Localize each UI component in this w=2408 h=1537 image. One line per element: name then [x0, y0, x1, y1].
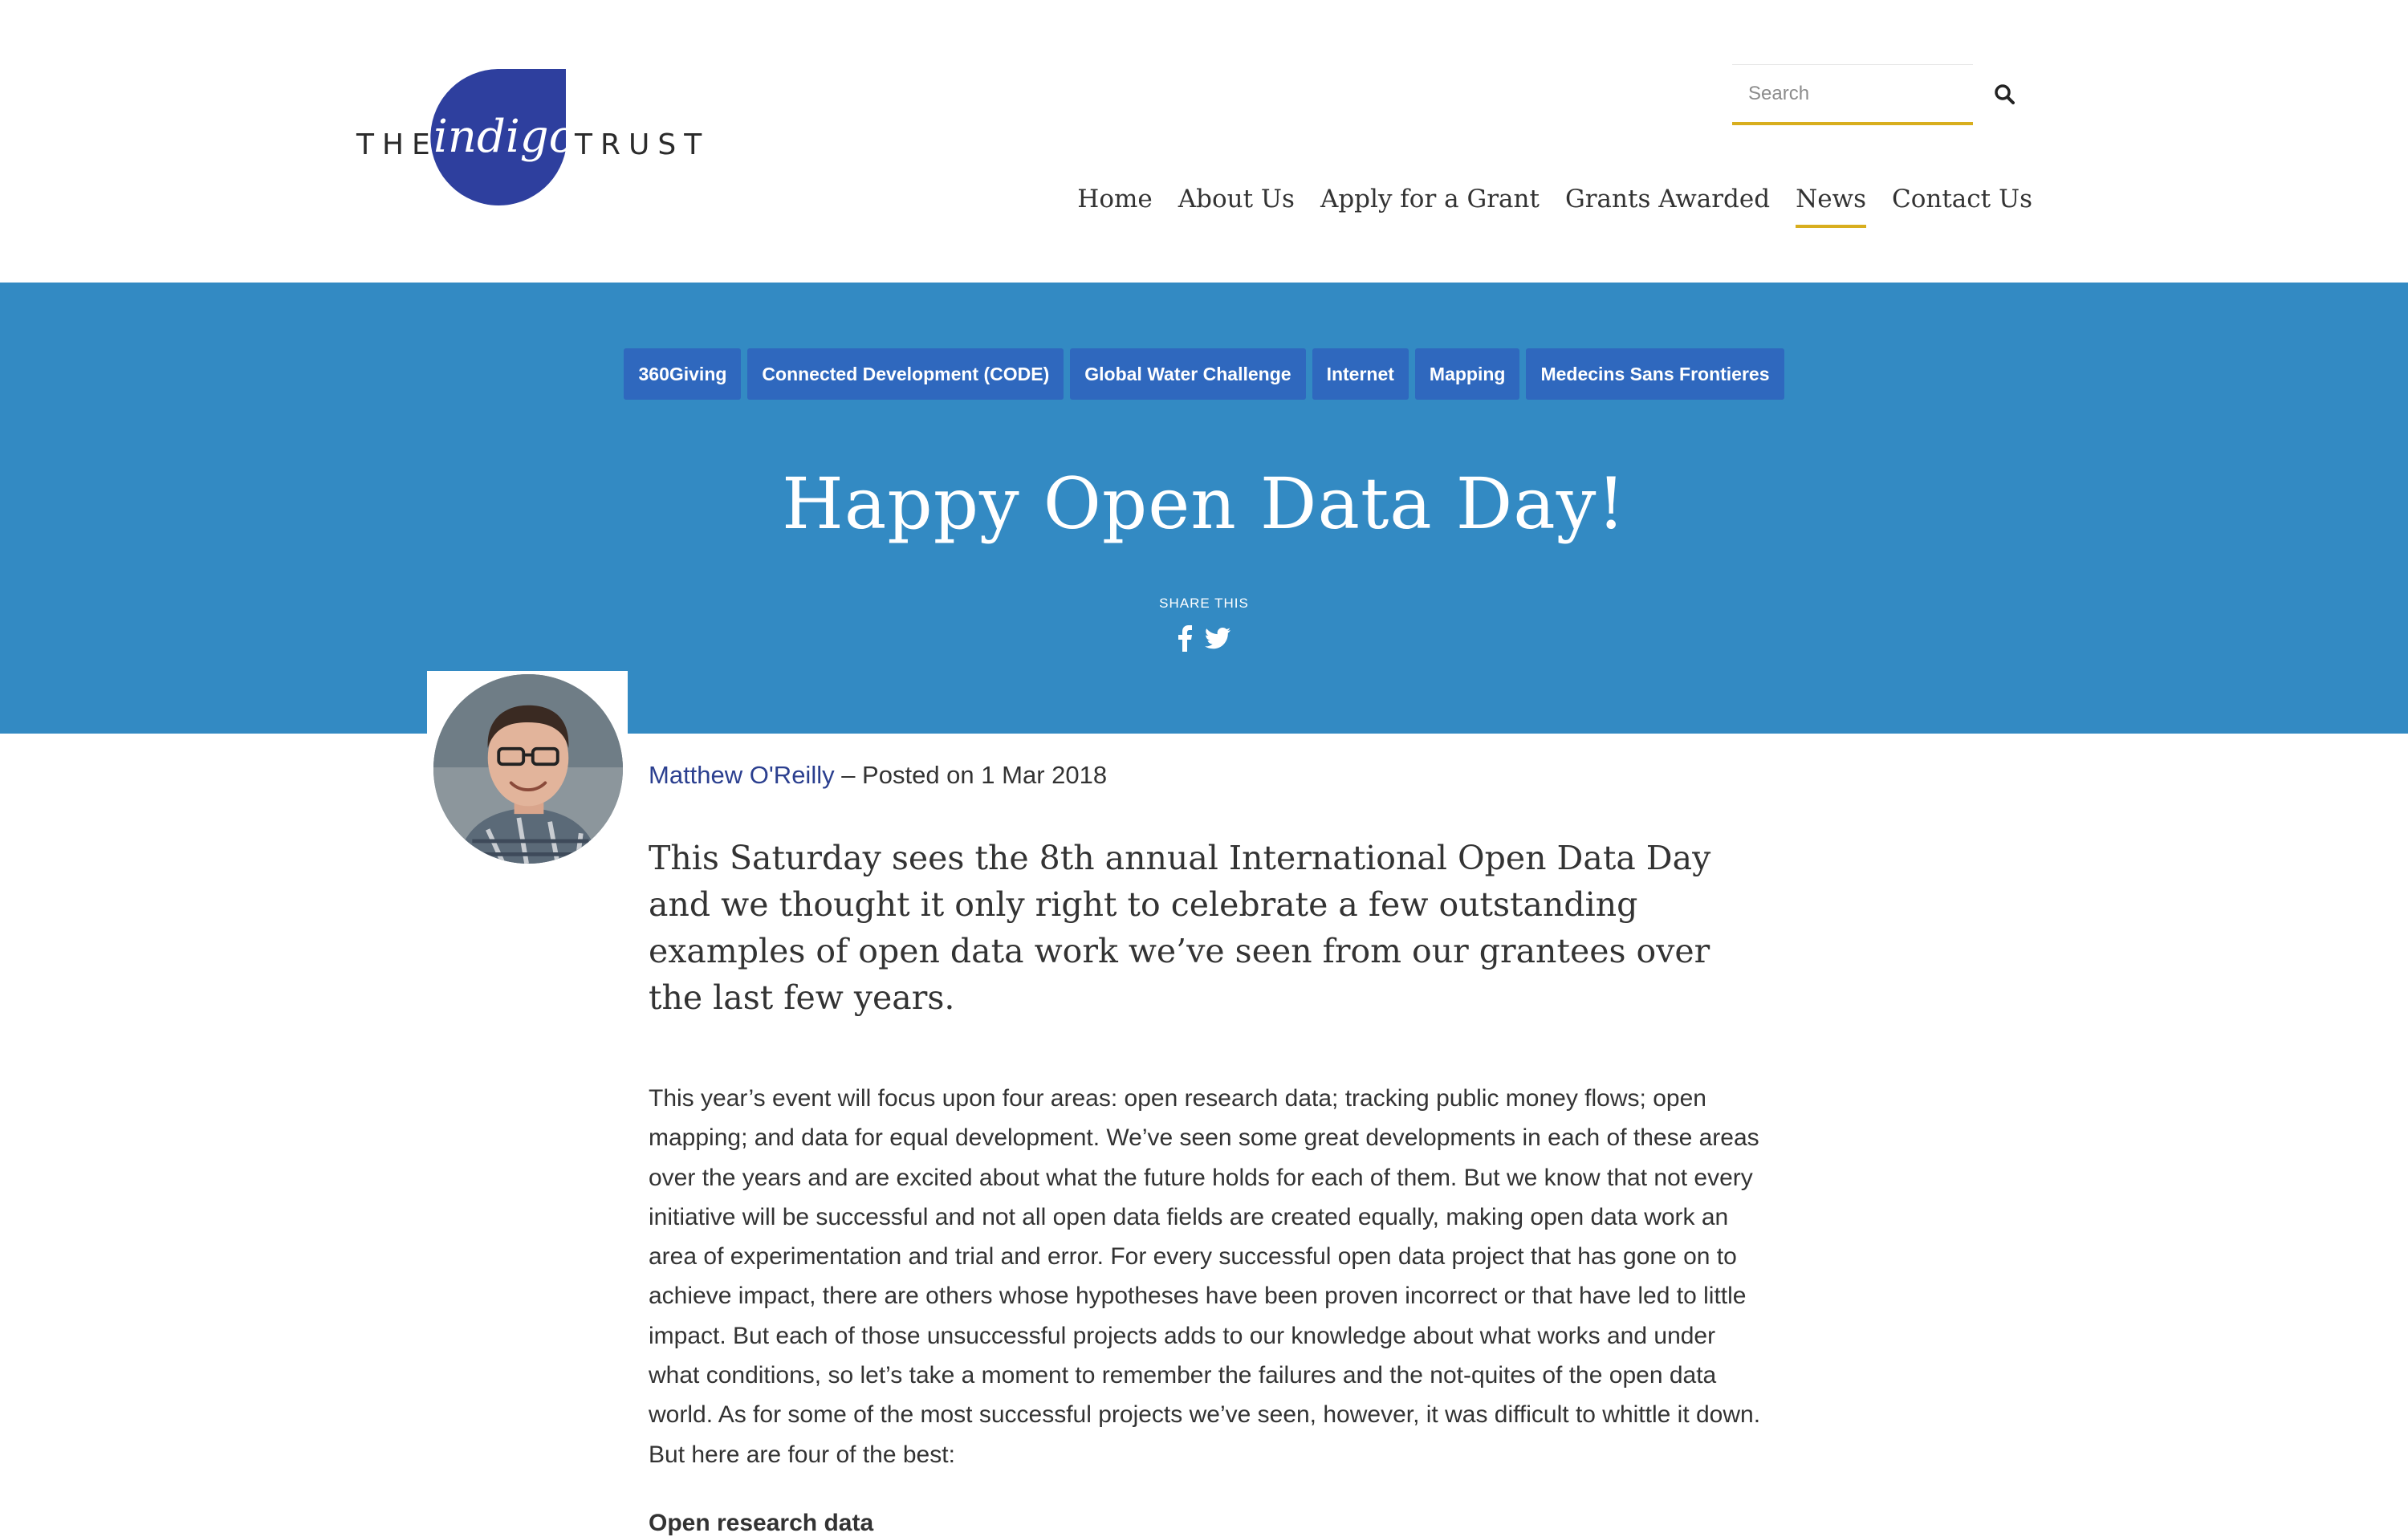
tag-connected-development[interactable]: Connected Development (CODE): [747, 348, 1064, 400]
main-nav: Home About Us Apply for a Grant Grants A…: [1077, 185, 2032, 228]
author-avatar-frame: [427, 671, 628, 872]
avatar: [430, 671, 626, 867]
nav-item-contact-us[interactable]: Contact Us: [1892, 185, 2032, 228]
article-lead: This Saturday sees the 8th annual Intern…: [649, 839, 1711, 1017]
article-subheading: Open research data: [649, 1509, 874, 1536]
author-link[interactable]: Matthew O'Reilly: [649, 761, 835, 789]
tag-medecins-sans-frontieres[interactable]: Medecins Sans Frontieres: [1526, 348, 1784, 400]
logo-word-the: THE: [356, 128, 438, 161]
nav-item-home[interactable]: Home: [1077, 185, 1152, 228]
tag-internet[interactable]: Internet: [1312, 348, 1409, 400]
facebook-icon[interactable]: [1173, 624, 1196, 652]
twitter-icon[interactable]: [1204, 624, 1230, 652]
post-meta: Matthew O'Reilly – Posted on 1 Mar 2018: [649, 761, 1772, 790]
tag-mapping[interactable]: Mapping: [1414, 348, 1520, 400]
nav-item-grants-awarded[interactable]: Grants Awarded: [1565, 185, 1770, 228]
tag-global-water-challenge[interactable]: Global Water Challenge: [1070, 348, 1306, 400]
tag-list: 360Giving Connected Development (CODE) G…: [0, 348, 2408, 400]
article: Matthew O'Reilly – Posted on 1 Mar 2018 …: [649, 761, 1772, 1537]
article-body: This year’s event will focus upon four a…: [649, 1085, 1761, 1468]
tag-360giving[interactable]: 360Giving: [624, 348, 742, 400]
nav-item-about-us[interactable]: About Us: [1178, 185, 1295, 228]
logo-word-trust: TRUST: [575, 128, 710, 161]
share-buttons: [1173, 624, 1230, 652]
nav-item-apply-for-a-grant[interactable]: Apply for a Grant: [1320, 185, 1540, 228]
site-logo[interactable]: THE indigo TRUST: [353, 69, 702, 217]
search-box: [1732, 64, 1973, 125]
search-input[interactable]: [1732, 65, 1967, 123]
share-label: SHARE THIS: [1159, 596, 1249, 611]
nav-item-news[interactable]: News: [1796, 185, 1866, 228]
page-title: Happy Open Data Day!: [782, 462, 1626, 545]
search-icon[interactable]: [1994, 83, 2015, 104]
logo-word-indigo: indigo: [433, 111, 576, 163]
post-banner: 360Giving Connected Development (CODE) G…: [0, 283, 2408, 734]
post-date: – Posted on 1 Mar 2018: [834, 761, 1108, 789]
site-header: THE indigo TRUST Home About Us Apply for…: [0, 0, 2408, 283]
